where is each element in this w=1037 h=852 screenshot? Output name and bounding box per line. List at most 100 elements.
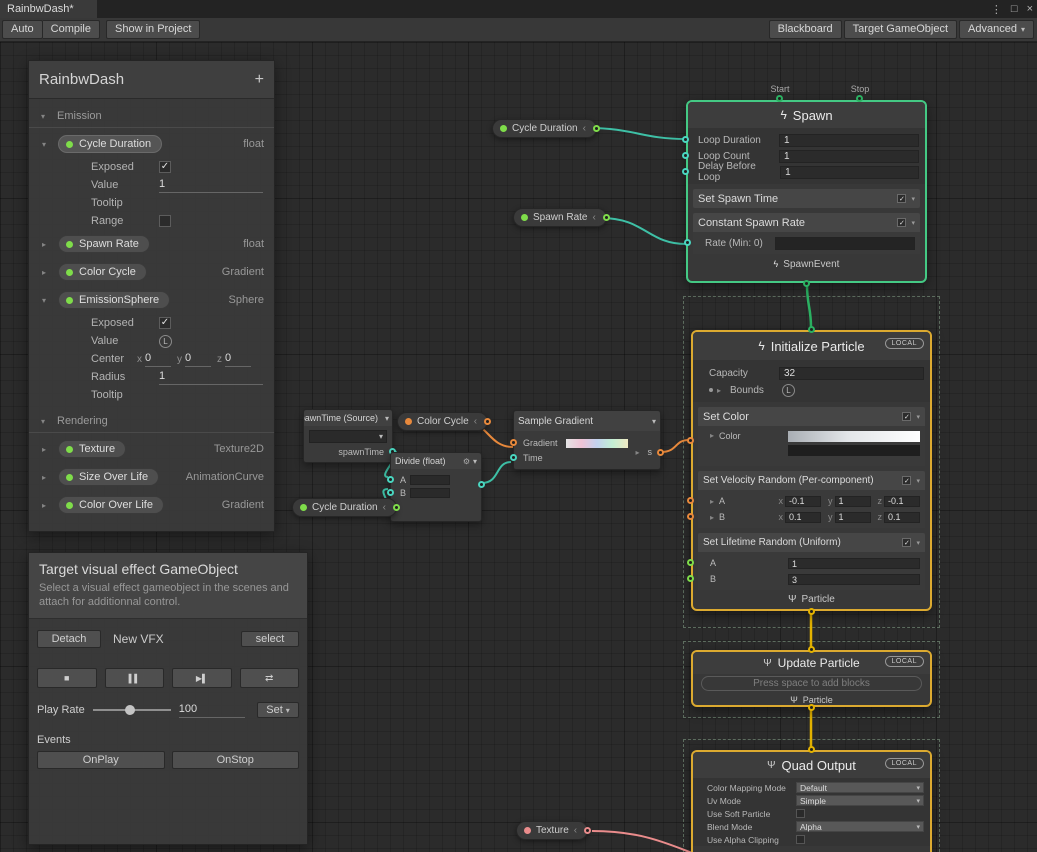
spawnevent-output-port[interactable] [803,280,810,287]
sample-gradient-operator-node[interactable]: Sample Gradient ▾ Gradient Time ▸ s [513,410,661,470]
chevron-down-icon[interactable]: ▾ [911,219,915,227]
panel-menu-icon[interactable]: ⋮ [991,3,1002,16]
spawn-node-header[interactable]: ϟ Spawn [688,102,925,128]
spawntime-node-header[interactable]: spawnTime (Source) ▾ [304,410,392,426]
compile-button[interactable]: Compile [43,20,100,39]
param-texture[interactable]: ▸ Texture Texture2D [29,435,274,463]
set-spawn-time-enabled-checkbox[interactable]: ✓ [897,194,906,203]
set-color-enabled-checkbox[interactable]: ✓ [902,412,911,421]
gradient-input-port[interactable] [510,439,517,446]
spawn-stop-port[interactable] [856,95,863,102]
loop-duration-field[interactable]: 1 [779,134,919,147]
divide-a-field[interactable] [410,475,450,485]
chevron-right-icon[interactable]: ▸ [42,501,51,510]
update-output-port[interactable] [808,704,815,711]
show-in-project-button[interactable]: Show in Project [106,20,200,39]
target-gameobject-toggle-button[interactable]: Target GameObject [844,20,957,39]
velocity-b-x-field[interactable]: 0.1 [785,512,821,523]
velocity-b-z-field[interactable]: 0.1 [884,512,920,523]
select-button[interactable]: select [241,631,299,647]
initialize-node-header[interactable]: ϟ Initialize Particle LOCAL [693,332,930,360]
spawntime-operator-node[interactable]: spawnTime (Source) ▾ ▾ spawnTime [303,409,393,463]
uv-mode-select[interactable]: Simple ▾ [796,795,924,806]
add-parameter-button[interactable]: + [255,71,264,89]
velocity-a-z-field[interactable]: -0.1 [884,496,920,507]
radius-field[interactable]: 1 [159,370,263,385]
cycle-duration-output-port[interactable] [593,125,600,132]
range-checkbox[interactable] [159,215,171,227]
step-button[interactable]: ▶▌ [172,668,232,688]
category-rendering[interactable]: ▾ Rendering [29,404,274,430]
onplay-button[interactable]: OnPlay [37,751,165,769]
close-icon[interactable]: × [1027,3,1033,15]
time-input-port[interactable] [510,454,517,461]
add-blocks-placeholder[interactable]: Press space to add blocks [701,676,922,691]
chevron-right-icon[interactable]: ▸ [42,445,51,454]
spawn-start-port[interactable] [776,95,783,102]
play-rate-slider-handle[interactable] [125,705,135,715]
velocity-b-y-field[interactable]: 1 [835,512,871,523]
color-mapping-mode-select[interactable]: Default ▾ [796,782,924,793]
loop-count-port[interactable] [682,152,689,159]
capacity-field[interactable]: 32 [779,367,924,380]
param-pill-spawn-rate[interactable]: Spawn Rate ‹ [513,208,607,227]
update-context-node[interactable]: Ψ Update Particle LOCAL Press space to a… [691,650,932,707]
lifetime-a-port[interactable] [687,559,694,566]
chevron-down-icon[interactable]: ▾ [473,457,477,466]
link-icon[interactable]: L [159,335,172,348]
lifetime-b-port[interactable] [687,575,694,582]
chevron-down-icon[interactable]: ▾ [652,417,656,426]
color-port[interactable] [687,437,694,444]
gear-icon[interactable]: ⚙ [463,457,470,466]
constant-spawn-rate-block[interactable]: Constant Spawn Rate ✓ ▾ Rate (Min: 0) [693,213,920,254]
velocity-a-port[interactable] [687,497,694,504]
param-pill-color-cycle[interactable]: Color Cycle ‹ [397,412,488,431]
use-alpha-clipping-checkbox[interactable] [796,835,805,844]
initialize-context-node[interactable]: ϟ Initialize Particle LOCAL Capacity 32 … [691,330,932,611]
center-x-field[interactable]: 0 [145,352,171,367]
restart-button[interactable]: ⇄ [240,668,300,688]
use-soft-particle-checkbox[interactable] [796,809,805,818]
set-lifetime-enabled-checkbox[interactable]: ✓ [902,538,911,547]
set-rate-dropdown[interactable]: Set ▾ [257,702,299,718]
velocity-a-y-field[interactable]: 1 [835,496,871,507]
set-velocity-enabled-checkbox[interactable]: ✓ [902,476,911,485]
lifetime-a-field[interactable]: 1 [788,558,920,569]
chevron-right-icon[interactable]: ▸ [42,473,51,482]
color-intensity-field[interactable] [788,445,920,456]
velocity-b-port[interactable] [687,513,694,520]
play-rate-field[interactable]: 100 [179,703,245,718]
initialize-output-port[interactable] [808,608,815,615]
collapse-icon[interactable]: ‹ [474,416,477,427]
set-spawn-time-block[interactable]: Set Spawn Time ✓ ▾ [693,189,920,208]
loop-duration-port[interactable] [682,136,689,143]
center-z-field[interactable]: 0 [225,352,251,367]
cycle-duration-2-output-port[interactable] [393,504,400,511]
param-pill-texture[interactable]: Texture ‹ [516,821,588,840]
divide-node-header[interactable]: Divide (float) ⚙ ▾ [391,453,481,469]
initialize-input-port[interactable] [808,326,815,333]
exposed-checkbox[interactable]: ✓ [159,317,171,329]
chevron-right-icon[interactable]: ▸ [42,240,51,249]
detach-button[interactable]: Detach [37,630,101,648]
set-velocity-block[interactable]: Set Velocity Random (Per-component) ✓ ▾ … [698,471,925,528]
chevron-down-icon[interactable]: ▾ [916,477,920,485]
sample-gradient-output-port[interactable] [657,449,664,456]
exposed-checkbox[interactable]: ✓ [159,161,171,173]
value-field[interactable]: 1 [159,178,263,193]
set-color-block[interactable]: Set Color ✓ ▾ ▸ Color [698,407,925,466]
delay-before-loop-port[interactable] [682,168,689,175]
chevron-down-icon[interactable]: ▾ [916,413,920,421]
param-size-over-life[interactable]: ▸ Size Over Life AnimationCurve [29,463,274,491]
maximize-icon[interactable]: □ [1011,3,1018,15]
divide-b-port[interactable] [387,489,394,496]
chevron-down-icon[interactable]: ▾ [385,414,389,423]
divide-output-port[interactable] [478,481,485,488]
param-pill-cycle-duration[interactable]: Cycle Duration ‹ [492,119,597,138]
center-y-field[interactable]: 0 [185,352,211,367]
param-pill-cycle-duration-2[interactable]: Cycle Duration ‹ [292,498,397,517]
rate-port[interactable] [684,239,691,246]
texture-output-port[interactable] [584,827,591,834]
set-lifetime-block[interactable]: Set Lifetime Random (Uniform) ✓ ▾ A 1 B … [698,533,925,590]
stop-button[interactable]: ■ [37,668,97,688]
